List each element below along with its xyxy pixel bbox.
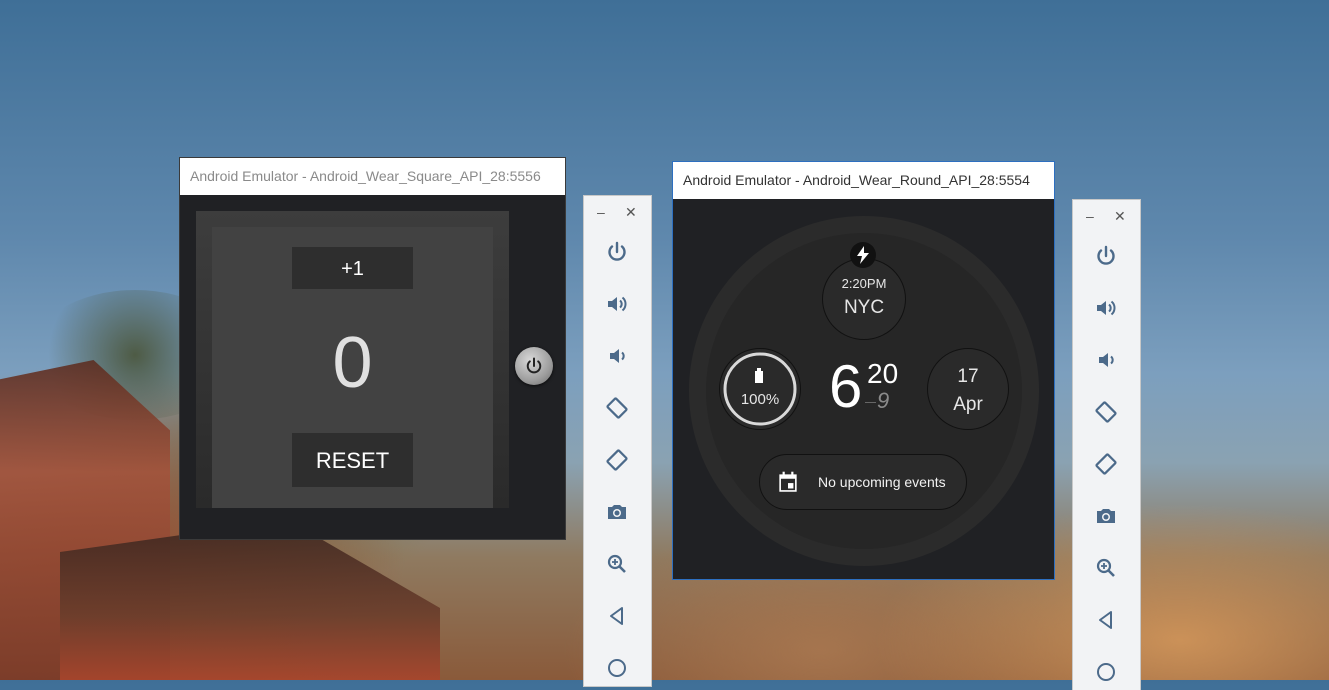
plus-one-button[interactable]: +1: [292, 247, 413, 289]
zoom-icon: [1096, 558, 1115, 577]
emulator-toolbar-square: – ✕: [584, 196, 651, 686]
counter-value: 0: [332, 323, 373, 403]
rotate-left-icon: [606, 397, 628, 419]
volume-down-icon: [1099, 353, 1114, 367]
window-title[interactable]: Android Emulator - Android_Wear_Square_A…: [180, 158, 565, 195]
back-icon: [1099, 611, 1112, 629]
minimize-button[interactable]: –: [1086, 208, 1094, 224]
power-icon: [1097, 245, 1115, 265]
calendar-icon: [779, 471, 797, 492]
events-label: No upcoming events: [818, 474, 946, 490]
round-emulator-window: Android Emulator - Android_Wear_Round_AP…: [673, 162, 1054, 579]
rotate-right-icon: [606, 449, 628, 471]
lightning-icon: [857, 246, 869, 264]
zoom-button[interactable]: [1090, 552, 1122, 584]
rotate-right-icon: [1095, 453, 1117, 475]
volume-up-button[interactable]: [601, 288, 633, 320]
rotate-right-button[interactable]: [601, 444, 633, 476]
window-title[interactable]: Android Emulator - Android_Wear_Round_AP…: [673, 162, 1054, 199]
back-button[interactable]: [1090, 604, 1122, 636]
camera-icon: [1097, 509, 1115, 523]
battery-complication[interactable]: 100%: [719, 348, 801, 430]
volume-down-icon: [610, 349, 625, 363]
close-button[interactable]: ✕: [625, 204, 637, 220]
power-icon: [526, 357, 542, 374]
volume-up-icon: [608, 296, 627, 312]
rotate-left-button[interactable]: [601, 392, 633, 424]
world-clock-time: 2:20PM: [841, 276, 887, 291]
date-month: Apr: [953, 394, 983, 415]
power-button[interactable]: [1090, 240, 1122, 272]
battery-ring: [723, 352, 797, 426]
camera-icon: [608, 505, 626, 519]
volume-up-button[interactable]: [1090, 292, 1122, 324]
time-second: 9: [877, 388, 890, 413]
world-clock-complication[interactable]: 2:20PM NYC: [822, 258, 906, 340]
home-button[interactable]: [1090, 656, 1122, 688]
minimize-button[interactable]: –: [597, 204, 605, 220]
screenshot-button[interactable]: [1090, 500, 1122, 532]
background-roof: [60, 520, 440, 680]
volume-down-button[interactable]: [601, 340, 633, 372]
battery-percent: 100%: [740, 391, 780, 408]
zoom-icon: [607, 554, 626, 573]
screenshot-button[interactable]: [601, 496, 633, 528]
rotate-left-button[interactable]: [1090, 396, 1122, 428]
hardware-power-button[interactable]: [515, 347, 553, 385]
power-icon: [608, 241, 626, 261]
date-complication[interactable]: 17 Apr: [927, 348, 1009, 430]
volume-up-icon: [1097, 300, 1116, 316]
back-button[interactable]: [601, 600, 633, 632]
world-clock-city: NYC: [843, 297, 885, 318]
seconds-divider: [865, 402, 876, 403]
home-button[interactable]: [601, 652, 633, 684]
rotate-right-button[interactable]: [1090, 448, 1122, 480]
time-hour: 6: [829, 353, 863, 420]
home-icon: [1097, 663, 1115, 681]
square-emulator-window: Android Emulator - Android_Wear_Square_A…: [180, 158, 565, 539]
date-day: 17: [957, 366, 979, 387]
time-minute: 20: [867, 358, 899, 389]
close-button[interactable]: ✕: [1114, 208, 1126, 224]
home-icon: [608, 659, 626, 677]
zoom-button[interactable]: [601, 548, 633, 580]
emulator-toolbar-round: – ✕: [1073, 200, 1140, 690]
reset-button[interactable]: RESET: [292, 433, 413, 487]
back-icon: [610, 607, 623, 625]
events-complication[interactable]: No upcoming events: [759, 454, 967, 510]
charging-badge: [850, 242, 876, 268]
power-button[interactable]: [601, 236, 633, 268]
volume-down-button[interactable]: [1090, 344, 1122, 376]
rotate-left-icon: [1095, 401, 1117, 423]
battery-icon: [755, 368, 763, 383]
